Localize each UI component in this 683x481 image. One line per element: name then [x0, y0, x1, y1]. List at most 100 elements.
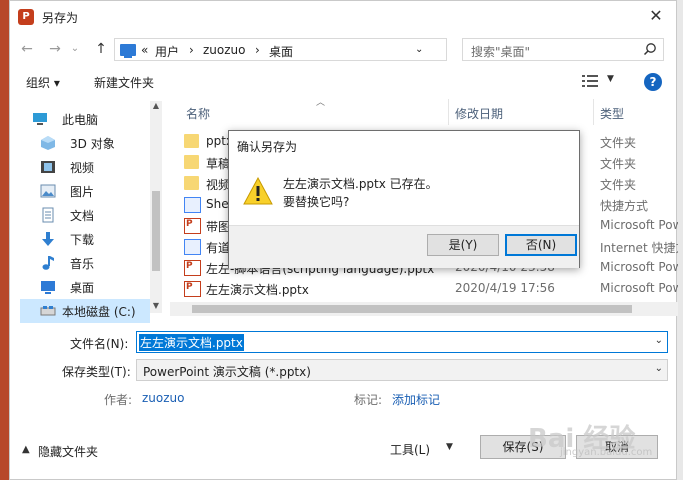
- sidebar-item-label: 图片: [70, 185, 95, 199]
- breadcrumb-overflow[interactable]: «: [141, 43, 148, 57]
- sidebar-item-desktop[interactable]: 桌面: [40, 275, 162, 299]
- breadcrumb-zuozuo[interactable]: zuozuo: [203, 43, 246, 57]
- search-icon: [643, 43, 656, 56]
- sidebar-item-3d-objects[interactable]: 3D 对象: [40, 131, 162, 155]
- address-history-dropdown[interactable]: ⌄: [415, 44, 423, 55]
- file-name: 视频: [206, 178, 231, 192]
- music-icon: [42, 256, 54, 270]
- sidebar-item-label: 3D 对象: [70, 137, 115, 151]
- powerpoint-app-icon: P: [18, 9, 34, 25]
- column-divider[interactable]: [593, 99, 594, 125]
- forward-button[interactable]: →: [44, 38, 66, 60]
- sidebar-item-this-pc[interactable]: 此电脑: [32, 107, 154, 131]
- file-name: 草稿: [206, 157, 231, 171]
- confirm-dialog-body: 左左演示文档.pptx 已存在。 要替换它吗?: [229, 161, 579, 225]
- file-type: 文件夹: [600, 178, 637, 192]
- breadcrumb-users[interactable]: 用户: [155, 43, 179, 60]
- window-title: 另存为: [42, 11, 79, 25]
- powerpoint-background: [0, 0, 9, 480]
- sidebar-item-videos[interactable]: 视频: [40, 155, 162, 179]
- video-icon: [41, 161, 55, 173]
- sidebar-item-label: 此电脑: [62, 113, 99, 127]
- search-placeholder: 搜索"桌面": [471, 45, 531, 59]
- no-button[interactable]: 否(N): [505, 234, 577, 256]
- breadcrumb-separator[interactable]: ›: [189, 43, 194, 57]
- sidebar-item-documents[interactable]: 文档: [40, 203, 162, 227]
- list-item[interactable]: 左左演示文档.pptx 2020/4/19 17:56 Microsoft Po…: [184, 278, 678, 299]
- column-divider[interactable]: [448, 99, 449, 125]
- add-tags-link[interactable]: 添加标记: [392, 391, 440, 408]
- cube-icon: [41, 136, 55, 150]
- warning-icon: [243, 177, 273, 205]
- sidebar-scrollbar[interactable]: ▲ ▼: [150, 101, 162, 313]
- internet-shortcut-icon: [184, 239, 201, 255]
- organize-menu[interactable]: 组织 ▾: [26, 74, 60, 91]
- file-type: Internet 快捷方: [600, 241, 678, 255]
- confirm-message: 左左演示文档.pptx 已存在。: [283, 177, 438, 191]
- folder-icon: [184, 155, 199, 169]
- confirm-question: 要替换它吗?: [283, 195, 350, 209]
- sidebar-item-pictures[interactable]: 图片: [40, 179, 162, 203]
- filetype-select[interactable]: PowerPoint 演示文稿 (*.pptx) ⌄: [136, 359, 668, 381]
- confirm-save-as-dialog: 确认另存为 左左演示文档.pptx 已存在。 要替换它吗? 是(Y) 否(N): [228, 130, 580, 268]
- scrollbar-thumb[interactable]: [152, 191, 160, 271]
- help-icon[interactable]: ?: [644, 73, 662, 91]
- folder-icon: [184, 134, 199, 148]
- sidebar-item-label: 音乐: [70, 257, 95, 271]
- filetype-label: 保存类型(T):: [62, 365, 131, 379]
- file-list-horizontal-scrollbar[interactable]: [170, 302, 678, 316]
- file-name: 有道: [206, 241, 231, 255]
- filename-value[interactable]: 左左演示文档.pptx: [139, 334, 244, 351]
- picture-icon: [40, 184, 56, 198]
- sidebar-item-local-disk[interactable]: 本地磁盘 (C:): [20, 299, 150, 323]
- breadcrumb-separator[interactable]: ›: [255, 43, 260, 57]
- computer-icon: [33, 113, 47, 125]
- file-name: 左左演示文档.pptx: [206, 283, 309, 297]
- scroll-up-arrow[interactable]: ▲: [150, 101, 162, 113]
- author-value[interactable]: zuozuo: [142, 391, 185, 405]
- address-bar[interactable]: « 用户 › zuozuo › 桌面 ⌄ ↻: [114, 38, 546, 61]
- new-folder-button[interactable]: 新建文件夹: [94, 74, 154, 91]
- file-type: Microsoft Pow: [600, 218, 678, 232]
- folder-icon: [184, 176, 199, 190]
- powerpoint-file-icon: [184, 260, 201, 276]
- tools-dropdown-icon[interactable]: ▼: [446, 442, 453, 452]
- close-button[interactable]: ✕: [644, 5, 668, 27]
- title-bar: P 另存为 ✕: [10, 1, 676, 33]
- view-dropdown-icon[interactable]: ▼: [607, 74, 614, 84]
- column-header-date[interactable]: 修改日期: [455, 105, 503, 122]
- hide-folders-toggle[interactable]: 隐藏文件夹: [38, 443, 98, 460]
- column-header-type[interactable]: 类型: [600, 105, 624, 122]
- download-icon: [42, 232, 54, 246]
- sidebar-item-label: 视频: [70, 161, 95, 175]
- author-label: 作者:: [104, 393, 133, 407]
- recent-locations-button[interactable]: ⌄: [68, 38, 82, 60]
- shortcut-icon: [184, 197, 201, 213]
- up-button[interactable]: ↑: [90, 38, 112, 60]
- column-header-name[interactable]: 名称: [186, 105, 210, 122]
- back-button[interactable]: ←: [16, 38, 38, 60]
- tools-menu[interactable]: 工具(L): [390, 441, 430, 458]
- scroll-down-arrow[interactable]: ▼: [150, 301, 162, 313]
- chevron-down-icon[interactable]: ⌄: [655, 335, 663, 346]
- sidebar-item-label: 桌面: [70, 281, 95, 295]
- search-box[interactable]: 搜索"桌面": [462, 38, 664, 61]
- breadcrumb-desktop[interactable]: 桌面: [269, 43, 293, 60]
- document-icon: [42, 207, 54, 223]
- filename-input[interactable]: 左左演示文档.pptx ⌄: [136, 331, 668, 353]
- view-options-icon[interactable]: [582, 75, 598, 87]
- sidebar-item-music[interactable]: 音乐: [40, 251, 162, 275]
- chevron-down-icon[interactable]: ⌄: [655, 363, 663, 374]
- navigation-pane: 此电脑 3D 对象 视频 图片 文档 下载 音乐 桌面 本地磁盘 (C:): [10, 99, 162, 323]
- filetype-value: PowerPoint 演示文稿 (*.pptx): [143, 365, 311, 379]
- sidebar-item-downloads[interactable]: 下载: [40, 227, 162, 251]
- sidebar-item-label: 本地磁盘 (C:): [62, 305, 136, 319]
- yes-button[interactable]: 是(Y): [427, 234, 499, 256]
- file-type: 文件夹: [600, 157, 637, 171]
- file-name: 带图: [206, 220, 231, 234]
- sidebar-item-label: 下载: [70, 233, 95, 247]
- navigation-bar: ← → ⌄ ↑ « 用户 › zuozuo › 桌面 ⌄ ↻ 搜索"桌面": [10, 35, 676, 63]
- scrollbar-thumb[interactable]: [192, 305, 632, 313]
- powerpoint-file-icon: [184, 281, 201, 297]
- chevron-up-icon[interactable]: ▲: [22, 444, 30, 455]
